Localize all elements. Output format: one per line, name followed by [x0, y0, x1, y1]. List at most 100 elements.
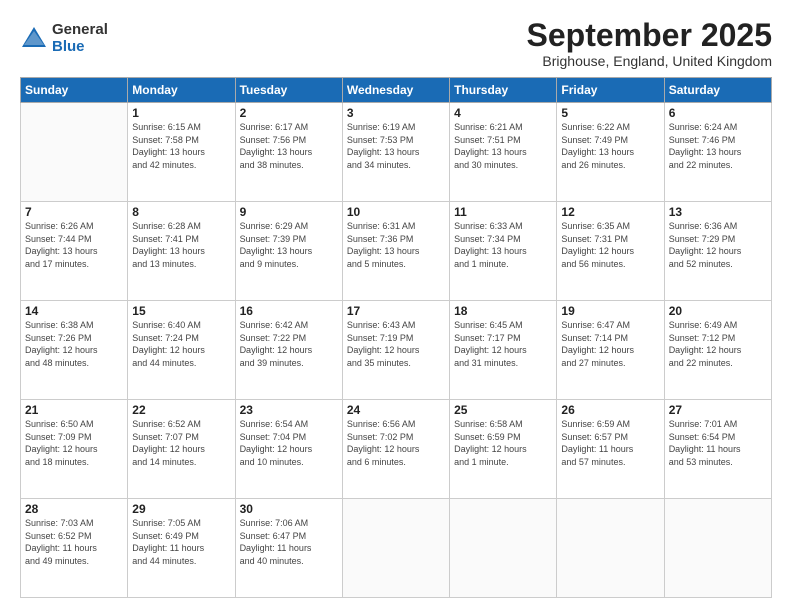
day-info: Sunrise: 7:06 AM Sunset: 6:47 PM Dayligh… [240, 517, 338, 567]
table-row: 10Sunrise: 6:31 AM Sunset: 7:36 PM Dayli… [342, 202, 449, 301]
day-info: Sunrise: 6:38 AM Sunset: 7:26 PM Dayligh… [25, 319, 123, 369]
day-number: 10 [347, 205, 445, 219]
col-monday: Monday [128, 78, 235, 103]
logo: General Blue [20, 22, 108, 55]
day-number: 12 [561, 205, 659, 219]
day-number: 18 [454, 304, 552, 318]
day-number: 7 [25, 205, 123, 219]
day-number: 20 [669, 304, 767, 318]
table-row: 28Sunrise: 7:03 AM Sunset: 6:52 PM Dayli… [21, 499, 128, 598]
day-info: Sunrise: 6:52 AM Sunset: 7:07 PM Dayligh… [132, 418, 230, 468]
col-wednesday: Wednesday [342, 78, 449, 103]
day-info: Sunrise: 6:24 AM Sunset: 7:46 PM Dayligh… [669, 121, 767, 171]
calendar-week-row: 1Sunrise: 6:15 AM Sunset: 7:58 PM Daylig… [21, 103, 772, 202]
day-info: Sunrise: 6:28 AM Sunset: 7:41 PM Dayligh… [132, 220, 230, 270]
table-row: 16Sunrise: 6:42 AM Sunset: 7:22 PM Dayli… [235, 301, 342, 400]
day-number: 16 [240, 304, 338, 318]
title-block: September 2025 Brighouse, England, Unite… [527, 18, 772, 69]
day-number: 24 [347, 403, 445, 417]
day-number: 25 [454, 403, 552, 417]
day-info: Sunrise: 6:54 AM Sunset: 7:04 PM Dayligh… [240, 418, 338, 468]
logo-text: General Blue [52, 22, 108, 55]
table-row: 4Sunrise: 6:21 AM Sunset: 7:51 PM Daylig… [450, 103, 557, 202]
day-info: Sunrise: 6:58 AM Sunset: 6:59 PM Dayligh… [454, 418, 552, 468]
day-number: 27 [669, 403, 767, 417]
table-row [21, 103, 128, 202]
col-friday: Friday [557, 78, 664, 103]
calendar-week-row: 28Sunrise: 7:03 AM Sunset: 6:52 PM Dayli… [21, 499, 772, 598]
day-number: 19 [561, 304, 659, 318]
header: General Blue September 2025 Brighouse, E… [20, 18, 772, 69]
col-saturday: Saturday [664, 78, 771, 103]
day-info: Sunrise: 6:40 AM Sunset: 7:24 PM Dayligh… [132, 319, 230, 369]
day-number: 29 [132, 502, 230, 516]
table-row: 2Sunrise: 6:17 AM Sunset: 7:56 PM Daylig… [235, 103, 342, 202]
day-info: Sunrise: 6:36 AM Sunset: 7:29 PM Dayligh… [669, 220, 767, 270]
logo-blue: Blue [52, 39, 108, 56]
table-row: 20Sunrise: 6:49 AM Sunset: 7:12 PM Dayli… [664, 301, 771, 400]
day-info: Sunrise: 6:49 AM Sunset: 7:12 PM Dayligh… [669, 319, 767, 369]
logo-general: General [52, 22, 108, 39]
table-row: 5Sunrise: 6:22 AM Sunset: 7:49 PM Daylig… [557, 103, 664, 202]
table-row: 1Sunrise: 6:15 AM Sunset: 7:58 PM Daylig… [128, 103, 235, 202]
subtitle: Brighouse, England, United Kingdom [527, 53, 772, 69]
day-info: Sunrise: 6:19 AM Sunset: 7:53 PM Dayligh… [347, 121, 445, 171]
table-row: 17Sunrise: 6:43 AM Sunset: 7:19 PM Dayli… [342, 301, 449, 400]
day-info: Sunrise: 6:33 AM Sunset: 7:34 PM Dayligh… [454, 220, 552, 270]
day-info: Sunrise: 6:59 AM Sunset: 6:57 PM Dayligh… [561, 418, 659, 468]
table-row [342, 499, 449, 598]
page: General Blue September 2025 Brighouse, E… [0, 0, 792, 612]
calendar-week-row: 21Sunrise: 6:50 AM Sunset: 7:09 PM Dayli… [21, 400, 772, 499]
day-number: 1 [132, 106, 230, 120]
day-info: Sunrise: 6:42 AM Sunset: 7:22 PM Dayligh… [240, 319, 338, 369]
calendar-table: Sunday Monday Tuesday Wednesday Thursday… [20, 77, 772, 598]
day-number: 2 [240, 106, 338, 120]
day-number: 11 [454, 205, 552, 219]
table-row [664, 499, 771, 598]
day-number: 23 [240, 403, 338, 417]
day-info: Sunrise: 6:21 AM Sunset: 7:51 PM Dayligh… [454, 121, 552, 171]
table-row: 24Sunrise: 6:56 AM Sunset: 7:02 PM Dayli… [342, 400, 449, 499]
day-info: Sunrise: 6:35 AM Sunset: 7:31 PM Dayligh… [561, 220, 659, 270]
day-info: Sunrise: 6:50 AM Sunset: 7:09 PM Dayligh… [25, 418, 123, 468]
day-number: 15 [132, 304, 230, 318]
day-info: Sunrise: 6:56 AM Sunset: 7:02 PM Dayligh… [347, 418, 445, 468]
day-number: 3 [347, 106, 445, 120]
table-row: 26Sunrise: 6:59 AM Sunset: 6:57 PM Dayli… [557, 400, 664, 499]
table-row: 22Sunrise: 6:52 AM Sunset: 7:07 PM Dayli… [128, 400, 235, 499]
day-number: 17 [347, 304, 445, 318]
month-title: September 2025 [527, 18, 772, 53]
day-number: 5 [561, 106, 659, 120]
day-info: Sunrise: 6:22 AM Sunset: 7:49 PM Dayligh… [561, 121, 659, 171]
table-row: 3Sunrise: 6:19 AM Sunset: 7:53 PM Daylig… [342, 103, 449, 202]
day-info: Sunrise: 6:15 AM Sunset: 7:58 PM Dayligh… [132, 121, 230, 171]
table-row: 27Sunrise: 7:01 AM Sunset: 6:54 PM Dayli… [664, 400, 771, 499]
day-number: 26 [561, 403, 659, 417]
table-row: 21Sunrise: 6:50 AM Sunset: 7:09 PM Dayli… [21, 400, 128, 499]
day-number: 28 [25, 502, 123, 516]
logo-icon [20, 25, 48, 53]
day-number: 14 [25, 304, 123, 318]
calendar-week-row: 7Sunrise: 6:26 AM Sunset: 7:44 PM Daylig… [21, 202, 772, 301]
day-number: 4 [454, 106, 552, 120]
day-info: Sunrise: 6:43 AM Sunset: 7:19 PM Dayligh… [347, 319, 445, 369]
table-row: 13Sunrise: 6:36 AM Sunset: 7:29 PM Dayli… [664, 202, 771, 301]
table-row [450, 499, 557, 598]
day-number: 22 [132, 403, 230, 417]
day-number: 13 [669, 205, 767, 219]
table-row: 7Sunrise: 6:26 AM Sunset: 7:44 PM Daylig… [21, 202, 128, 301]
calendar-header-row: Sunday Monday Tuesday Wednesday Thursday… [21, 78, 772, 103]
table-row: 19Sunrise: 6:47 AM Sunset: 7:14 PM Dayli… [557, 301, 664, 400]
table-row: 18Sunrise: 6:45 AM Sunset: 7:17 PM Dayli… [450, 301, 557, 400]
day-number: 6 [669, 106, 767, 120]
day-info: Sunrise: 7:03 AM Sunset: 6:52 PM Dayligh… [25, 517, 123, 567]
col-thursday: Thursday [450, 78, 557, 103]
day-info: Sunrise: 6:17 AM Sunset: 7:56 PM Dayligh… [240, 121, 338, 171]
table-row: 6Sunrise: 6:24 AM Sunset: 7:46 PM Daylig… [664, 103, 771, 202]
table-row: 23Sunrise: 6:54 AM Sunset: 7:04 PM Dayli… [235, 400, 342, 499]
table-row: 30Sunrise: 7:06 AM Sunset: 6:47 PM Dayli… [235, 499, 342, 598]
table-row: 25Sunrise: 6:58 AM Sunset: 6:59 PM Dayli… [450, 400, 557, 499]
day-number: 30 [240, 502, 338, 516]
col-sunday: Sunday [21, 78, 128, 103]
day-info: Sunrise: 6:29 AM Sunset: 7:39 PM Dayligh… [240, 220, 338, 270]
